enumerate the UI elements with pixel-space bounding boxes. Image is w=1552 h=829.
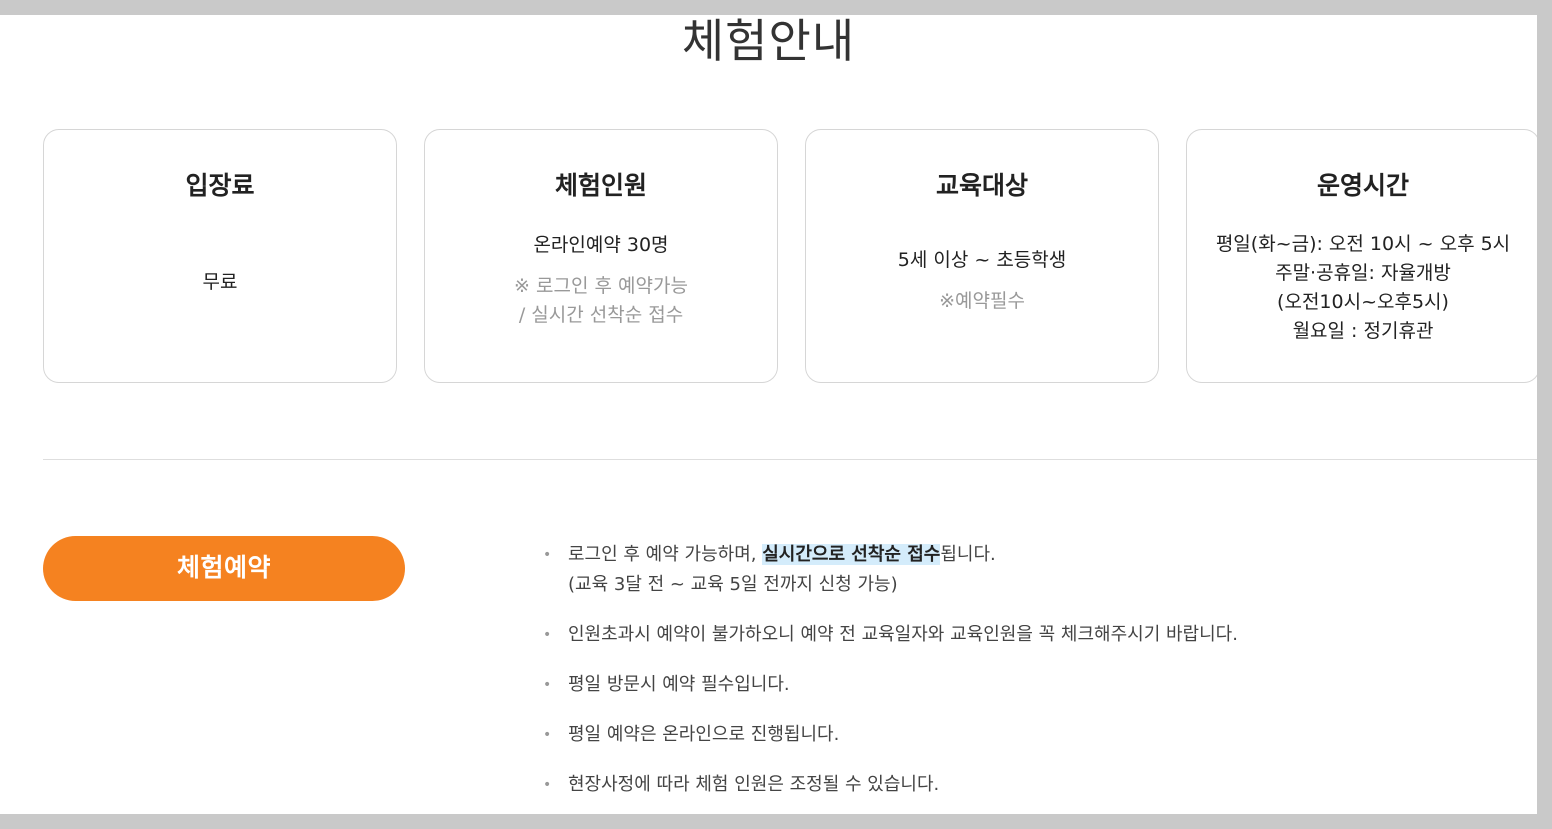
card-text: 무료 <box>202 271 238 293</box>
list-item: • 평일 방문시 예약 필수입니다. <box>540 670 1500 700</box>
card-text: 5세 이상 ~ 초등학생 <box>897 249 1067 271</box>
card-target-audience: 교육대상 5세 이상 ~ 초등학생 ※예약필수 <box>805 129 1159 383</box>
list-item: • 인원초과시 예약이 불가하오니 예약 전 교육일자와 교육인원을 꼭 체크해… <box>540 620 1500 650</box>
card-title: 입장료 <box>185 171 255 200</box>
card-capacity: 체험인원 온라인예약 30명 ※ 로그인 후 예약가능 / 실시간 선착순 접수 <box>424 129 778 383</box>
reservation-button[interactable]: 체험예약 <box>43 536 405 601</box>
bullet-icon: • <box>543 677 552 693</box>
page-title: 체험안내 <box>681 14 856 68</box>
note-text: 현장사정에 따라 체험 인원은 조정될 수 있습니다. <box>568 774 940 795</box>
card-admission-fee: 입장료 무료 <box>43 129 397 383</box>
card-note: ※ 로그인 후 예약가능 <box>514 275 688 297</box>
card-body: 무료 <box>44 268 396 297</box>
card-body: 5세 이상 ~ 초등학생 ※예약필수 <box>806 246 1158 316</box>
card-title: 운영시간 <box>1316 171 1409 200</box>
card-title: 교육대상 <box>935 171 1028 200</box>
highlighted-text: 실시간으로 선착순 접수 <box>762 544 941 565</box>
card-text: 월요일 : 정기휴관 <box>1292 320 1434 342</box>
card-text: 주말·공휴일: 자율개방 <box>1275 262 1451 284</box>
bullet-icon: • <box>543 777 552 793</box>
note-subtext: (교육 3달 전 ~ 교육 5일 전까지 신청 가능) <box>568 574 898 595</box>
card-body: 평일(화~금): 오전 10시 ~ 오후 5시 주말·공휴일: 자율개방 (오전… <box>1187 230 1539 346</box>
card-body: 온라인예약 30명 ※ 로그인 후 예약가능 / 실시간 선착순 접수 <box>425 231 777 330</box>
note-text: 인원초과시 예약이 불가하오니 예약 전 교육일자와 교육인원을 꼭 체크해주시… <box>568 624 1238 645</box>
list-item: • 평일 예약은 온라인으로 진행됩니다. <box>540 720 1500 750</box>
bullet-icon: • <box>543 727 552 743</box>
card-note: ※예약필수 <box>939 290 1025 312</box>
card-text: 평일(화~금): 오전 10시 ~ 오후 5시 <box>1215 233 1511 255</box>
note-text: 평일 방문시 예약 필수입니다. <box>568 674 790 695</box>
section-divider <box>43 459 1543 460</box>
note-text: 로그인 후 예약 가능하며, <box>568 544 763 565</box>
card-operating-hours: 운영시간 평일(화~금): 오전 10시 ~ 오후 5시 주말·공휴일: 자율개… <box>1186 129 1540 383</box>
bullet-icon: • <box>543 547 552 563</box>
scrollbar[interactable] <box>1537 15 1552 829</box>
info-cards: 입장료 무료 체험인원 온라인예약 30명 ※ 로그인 후 예약가능 / 실시간… <box>43 129 1543 385</box>
card-text: (오전10시~오후5시) <box>1277 291 1449 313</box>
card-title: 체험인원 <box>554 171 647 200</box>
page-content: 체험안내 입장료 무료 체험인원 온라인예약 30명 ※ 로그인 후 예약가능 … <box>0 14 1543 814</box>
note-text: 평일 예약은 온라인으로 진행됩니다. <box>568 724 840 745</box>
bullet-icon: • <box>543 627 552 643</box>
list-item: • 로그인 후 예약 가능하며, 실시간으로 선착순 접수됩니다. (교육 3달… <box>540 540 1500 600</box>
card-note: / 실시간 선착순 접수 <box>518 304 684 326</box>
list-item: • 현장사정에 따라 체험 인원은 조정될 수 있습니다. <box>540 770 1500 800</box>
window-bottom-edge <box>0 814 1552 829</box>
reservation-notes: • 로그인 후 예약 가능하며, 실시간으로 선착순 접수됩니다. (교육 3달… <box>540 540 1500 820</box>
note-text: 됩니다. <box>940 544 996 565</box>
card-text: 온라인예약 30명 <box>533 234 669 256</box>
